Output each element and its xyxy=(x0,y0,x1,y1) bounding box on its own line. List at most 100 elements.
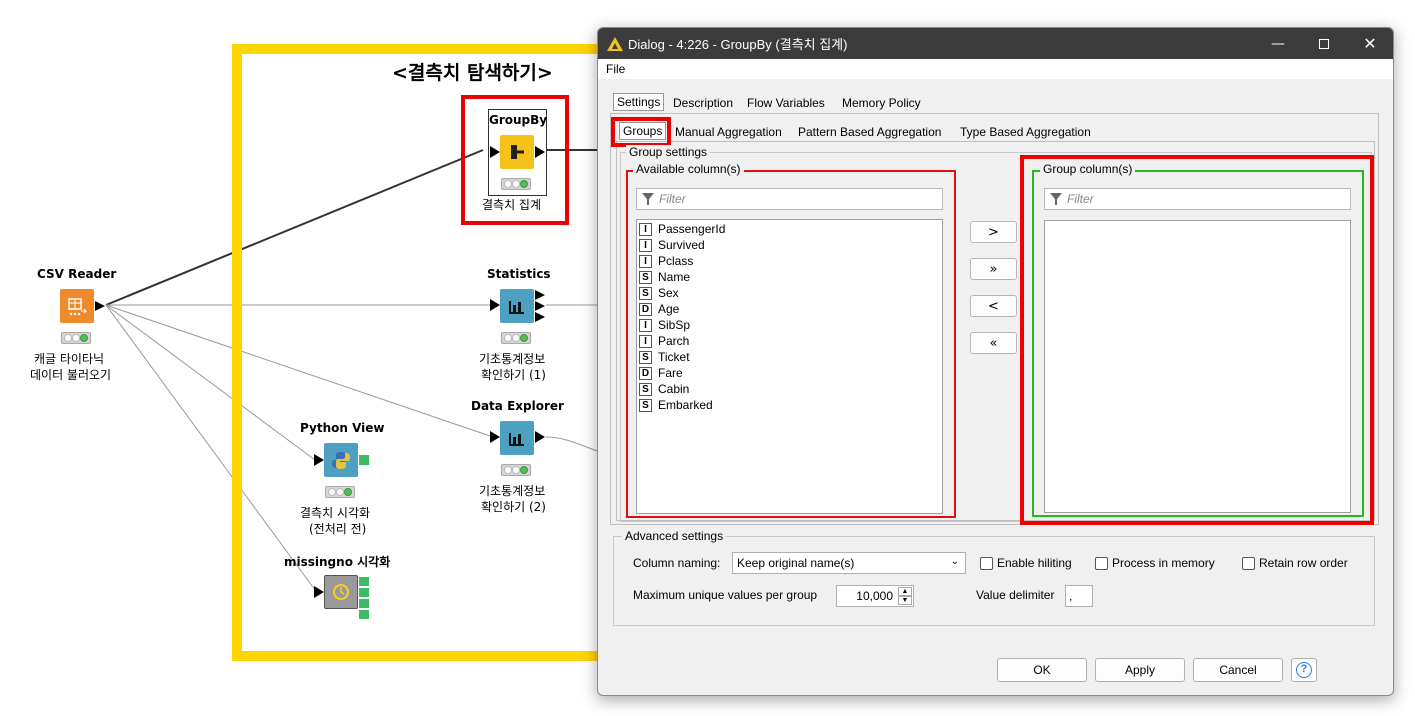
retain-row-order-checkbox[interactable]: Retain row order xyxy=(1242,556,1348,570)
node-title-csv-reader: CSV Reader xyxy=(37,267,117,281)
add-button[interactable]: > xyxy=(970,221,1017,243)
column-list-item[interactable]: I SibSp xyxy=(639,317,690,333)
retain-row-order-label: Retain row order xyxy=(1259,556,1348,570)
statistics-icon xyxy=(509,301,524,314)
clock-icon xyxy=(333,584,349,600)
groupby-input-port[interactable] xyxy=(490,146,500,158)
value-delimiter-value: , xyxy=(1069,589,1073,603)
python-icon xyxy=(332,452,350,469)
column-name: Ticket xyxy=(658,350,690,364)
subtab-type-based-aggregation[interactable]: Type Based Aggregation xyxy=(957,124,1094,142)
groupby-output-port[interactable] xyxy=(535,146,545,158)
help-button[interactable]: ? xyxy=(1291,658,1317,682)
annotation-title: <결측치 탐색하기> xyxy=(392,62,553,84)
column-list-item[interactable]: I PassengerId xyxy=(639,221,725,237)
value-delimiter-label: Value delimiter xyxy=(976,588,1055,602)
enable-hiliting-checkbox[interactable]: Enable hiliting xyxy=(980,556,1072,570)
spinner-down-icon[interactable]: ▼ xyxy=(898,596,912,605)
statistics-node[interactable] xyxy=(500,289,534,323)
statistics-status-light xyxy=(501,332,531,344)
group-columns-list[interactable] xyxy=(1044,220,1351,513)
column-list-item[interactable]: S Sex xyxy=(639,285,679,301)
statistics-input-port[interactable] xyxy=(490,299,500,311)
column-naming-value: Keep original name(s) xyxy=(737,556,855,570)
menu-file[interactable]: File xyxy=(606,62,625,76)
close-icon: ✕ xyxy=(1363,34,1377,53)
data-explorer-output-port[interactable] xyxy=(535,431,545,443)
column-list-item[interactable]: D Age xyxy=(639,301,679,317)
ok-button[interactable]: OK xyxy=(997,658,1087,682)
node-title-missingno: missingno 시각화 xyxy=(284,555,391,569)
python-view-input-port[interactable] xyxy=(314,454,324,466)
column-type-icon: S xyxy=(639,382,652,396)
data-explorer-label-1: 기초통계정보 xyxy=(479,484,546,498)
column-name: SibSp xyxy=(658,318,691,332)
column-naming-label: Column naming: xyxy=(633,556,721,570)
available-filter-placeholder: Filter xyxy=(659,192,686,206)
column-list-item[interactable]: S Ticket xyxy=(639,349,690,365)
group-filter-placeholder: Filter xyxy=(1067,192,1094,206)
group-columns-legend: Group column(s) xyxy=(1040,162,1136,176)
cancel-button[interactable]: Cancel xyxy=(1193,658,1283,682)
subtab-manual-aggregation[interactable]: Manual Aggregation xyxy=(672,124,785,142)
groupby-icon xyxy=(511,145,524,159)
remove-button[interactable]: < xyxy=(970,295,1017,317)
column-list-item[interactable]: S Cabin xyxy=(639,381,689,397)
process-in-memory-checkbox[interactable]: Process in memory xyxy=(1095,556,1215,570)
column-list-item[interactable]: I Parch xyxy=(639,333,689,349)
table-icon xyxy=(68,298,88,316)
data-explorer-input-port[interactable] xyxy=(490,431,500,443)
groupby-dialog[interactable]: Dialog - 4:226 - GroupBy (결측치 집계) — ✕ Fi… xyxy=(597,27,1394,696)
column-type-icon: I xyxy=(639,334,652,348)
python-view-status-light xyxy=(325,486,355,498)
csv-reader-output-port[interactable] xyxy=(94,300,106,312)
tab-memory-policy[interactable]: Memory Policy xyxy=(839,95,924,113)
groupby-node[interactable] xyxy=(500,135,534,169)
column-list-item[interactable]: S Embarked xyxy=(639,397,713,413)
statistics-output-ports[interactable] xyxy=(535,290,546,322)
checkbox-box xyxy=(1242,556,1255,570)
max-unique-spinner[interactable]: 10,000 ▲ ▼ xyxy=(836,585,914,607)
minimize-button[interactable]: — xyxy=(1255,28,1301,59)
subtab-pattern-based-aggregation[interactable]: Pattern Based Aggregation xyxy=(795,124,944,142)
python-view-output-port[interactable] xyxy=(359,455,369,465)
close-button[interactable]: ✕ xyxy=(1347,28,1393,59)
groupby-label: 결측치 집계 xyxy=(482,198,542,212)
value-delimiter-input[interactable]: , xyxy=(1065,585,1093,607)
dialog-titlebar[interactable]: Dialog - 4:226 - GroupBy (결측치 집계) — ✕ xyxy=(598,28,1393,59)
column-list-item[interactable]: D Fare xyxy=(639,365,683,381)
node-title-groupby: GroupBy xyxy=(489,113,548,127)
column-naming-select[interactable]: Keep original name(s) ⌄ xyxy=(732,552,966,574)
group-filter-input[interactable]: Filter xyxy=(1044,188,1351,210)
apply-button[interactable]: Apply xyxy=(1095,658,1185,682)
tab-settings[interactable]: Settings xyxy=(613,93,665,111)
column-list-item[interactable]: S Name xyxy=(639,269,690,285)
missingno-node[interactable] xyxy=(324,575,358,609)
help-icon: ? xyxy=(1296,662,1312,678)
available-filter-input[interactable]: Filter xyxy=(636,188,943,210)
add-all-button[interactable]: » xyxy=(970,258,1017,280)
data-explorer-status-light xyxy=(501,464,531,476)
maximize-button[interactable] xyxy=(1301,28,1347,59)
data-explorer-node[interactable] xyxy=(500,421,534,455)
available-columns-list[interactable]: I PassengerId I Survived I Pclass S Name S Sex D Ag… xyxy=(636,219,943,514)
spinner-up-icon[interactable]: ▲ xyxy=(898,587,912,596)
tab-flow-variables[interactable]: Flow Variables xyxy=(744,95,828,113)
column-type-icon: I xyxy=(639,318,652,332)
missingno-output-ports[interactable] xyxy=(359,577,369,619)
remove-all-button[interactable]: « xyxy=(970,332,1017,354)
column-list-item[interactable]: I Pclass xyxy=(639,253,693,269)
column-type-icon: D xyxy=(639,366,652,380)
column-name: Sex xyxy=(658,286,679,300)
csv-reader-node[interactable] xyxy=(60,289,94,323)
tab-description[interactable]: Description xyxy=(670,95,736,113)
missingno-input-port[interactable] xyxy=(314,586,324,598)
column-name: Parch xyxy=(658,334,690,348)
csv-reader-label-2: 데이터 불러오기 xyxy=(30,368,112,382)
column-list-item[interactable]: I Survived xyxy=(639,237,705,253)
enable-hiliting-label: Enable hiliting xyxy=(997,556,1072,570)
process-in-memory-label: Process in memory xyxy=(1112,556,1215,570)
column-name: Embarked xyxy=(658,398,713,412)
node-title-data-explorer: Data Explorer xyxy=(471,399,564,413)
python-view-node[interactable] xyxy=(324,443,358,477)
